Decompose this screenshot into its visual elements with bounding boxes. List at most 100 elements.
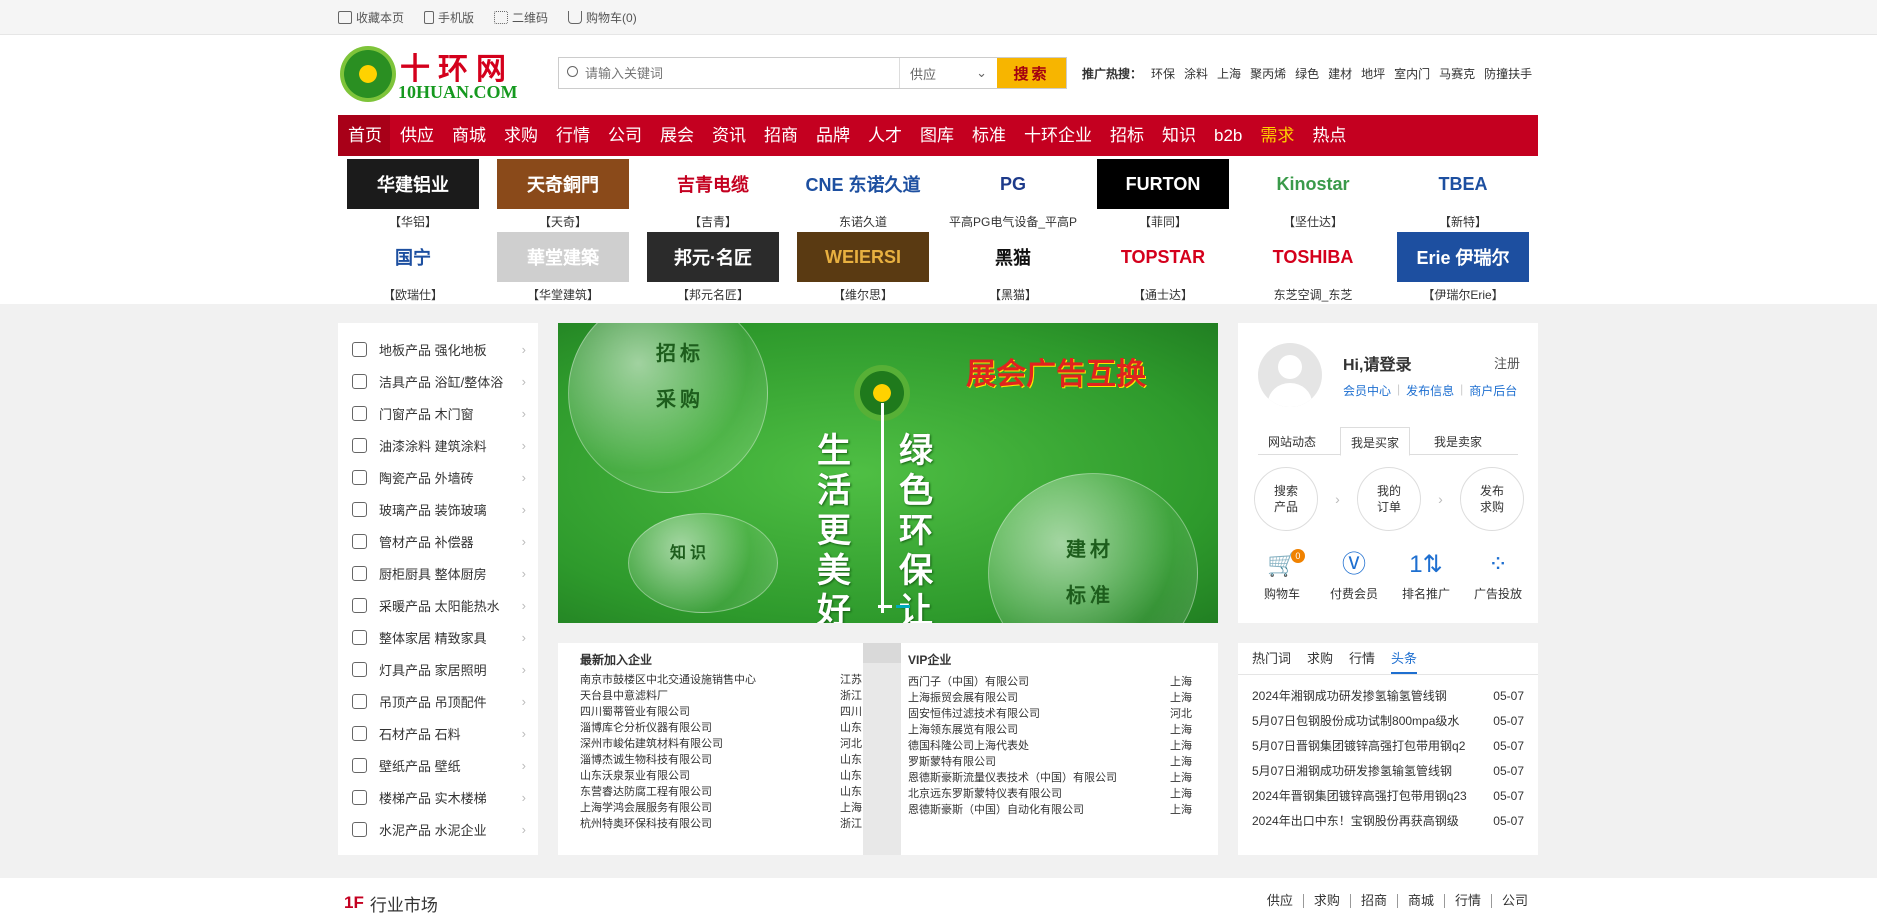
list-item[interactable]: 固安恒伟过滤技术有限公司 河北 — [908, 706, 1192, 722]
category-item[interactable]: 吊顶产品 吊顶配件 › — [338, 685, 538, 717]
news-row[interactable]: 5月07日晋钢集团镀锌高强打包带用钢q2 05-07 — [1252, 734, 1524, 759]
brand-item[interactable]: 国宁 【欧瑞仕】 — [338, 232, 488, 305]
qrcode-link[interactable]: 二维码 — [494, 9, 548, 26]
news-title[interactable]: 5月07日晋钢集团镀锌高强打包带用钢q2 — [1252, 734, 1474, 759]
nav-item[interactable]: 图库 — [910, 115, 962, 156]
brand-item[interactable]: TBEA 【新特】 — [1388, 159, 1538, 232]
category-item[interactable]: 管材产品 补偿器 › — [338, 525, 538, 557]
brand-item[interactable]: Kinostar 【坚仕达】 — [1238, 159, 1388, 232]
nav-item[interactable]: 招标 — [1100, 115, 1152, 156]
hot-word[interactable]: 地坪 — [1361, 65, 1385, 82]
hot-word[interactable]: 涂料 — [1184, 65, 1208, 82]
company-name[interactable]: 北京远东罗斯蒙特仪表有限公司 — [908, 786, 1062, 802]
hot-word[interactable]: 聚丙烯 — [1250, 65, 1286, 82]
list-item[interactable]: 杭州特奥环保科技有限公司 浙江 — [580, 816, 862, 832]
hot-word[interactable]: 马赛克 — [1439, 65, 1475, 82]
category-item[interactable]: 采暖产品 太阳能热水 › — [338, 589, 538, 621]
company-name[interactable]: 杭州特奥环保科技有限公司 — [580, 816, 712, 832]
brand-item[interactable]: Erie 伊瑞尔 【伊瑞尔Erie】 — [1388, 232, 1538, 305]
company-name[interactable]: 淄博库仑分析仪器有限公司 — [580, 720, 712, 736]
nav-item[interactable]: 资讯 — [702, 115, 754, 156]
news-row[interactable]: 2024年出口中东！宝钢股份再获高钢级 05-07 — [1252, 809, 1524, 834]
nav-item[interactable]: 公司 — [598, 115, 650, 156]
nav-item[interactable]: b2b — [1204, 115, 1250, 156]
search-type-select[interactable]: 供应 ⌄ — [899, 58, 997, 88]
nav-item[interactable]: 品牌 — [806, 115, 858, 156]
merchant-backend-link[interactable]: 商户后台 — [1469, 382, 1517, 399]
floor-link[interactable]: 供应 — [1257, 894, 1303, 908]
nav-item[interactable]: 招商 — [754, 115, 806, 156]
category-item[interactable]: 油漆涂料 建筑涂料 › — [338, 429, 538, 461]
floor-link[interactable]: 行情 — [1443, 894, 1491, 908]
search-button[interactable]: 搜索 — [997, 58, 1066, 88]
site-logo[interactable]: 十环网 10HUAN.COM — [338, 44, 523, 104]
bookmark-link[interactable]: 收藏本页 — [338, 9, 404, 26]
brand-item[interactable]: PG 平高PG电气设备_平高P — [938, 159, 1088, 232]
list-item[interactable]: 山东沃泉泵业有限公司 山东 — [580, 768, 862, 784]
hot-word[interactable]: 室内门 — [1394, 65, 1430, 82]
list-item[interactable]: 上海学鸿会展服务有限公司 上海 — [580, 800, 862, 816]
list-item[interactable]: 深州市峻佑建筑材料有限公司 河北 — [580, 736, 862, 752]
list-item[interactable]: 北京远东罗斯蒙特仪表有限公司 上海 — [908, 786, 1192, 802]
list-item[interactable]: 东营睿达防腐工程有限公司 山东 — [580, 784, 862, 800]
company-name[interactable]: 四川蜀蒂管业有限公司 — [580, 704, 690, 720]
floor-link[interactable]: 公司 — [1490, 894, 1538, 908]
brand-item[interactable]: TOSHIBA 东芝空调_东芝 — [1238, 232, 1388, 305]
category-item[interactable]: 灯具产品 家居照明 › — [338, 653, 538, 685]
category-item[interactable]: 楼梯产品 实木楼梯 › — [338, 781, 538, 813]
category-item[interactable]: 陶瓷产品 外墙砖 › — [338, 461, 538, 493]
list-item[interactable]: 淄博库仑分析仪器有限公司 山东 — [580, 720, 862, 736]
company-name[interactable]: 山东沃泉泵业有限公司 — [580, 768, 690, 784]
floor-link[interactable]: 招商 — [1349, 894, 1397, 908]
company-name[interactable]: 恩德斯豪斯流量仪表技术（中国）有限公司 — [908, 770, 1117, 786]
nav-item[interactable]: 展会 — [650, 115, 702, 156]
nav-item[interactable]: 热点 — [1302, 115, 1354, 156]
company-name[interactable]: 罗斯蒙特有限公司 — [908, 754, 996, 770]
brand-item[interactable]: 黑猫 【黑猫】 — [938, 232, 1088, 305]
news-title[interactable]: 2024年晋钢集团镀锌高强打包带用钢q23 — [1252, 784, 1474, 809]
nav-item[interactable]: 供应 — [390, 115, 442, 156]
category-item[interactable]: 厨柜厨具 整体厨房 › — [338, 557, 538, 589]
rank-action[interactable]: 1⇅ 排名推广 — [1392, 549, 1460, 602]
banner-dot[interactable] — [878, 605, 892, 608]
search-input[interactable] — [559, 58, 899, 88]
nav-item[interactable]: 人才 — [858, 115, 910, 156]
brand-item[interactable]: WEIERSI 【维尔思】 — [788, 232, 938, 305]
news-row[interactable]: 5月07日湘钢成功研发掺氢输氢管线钢 05-07 — [1252, 759, 1524, 784]
nav-item[interactable]: 十环企业 — [1014, 115, 1100, 156]
list-item[interactable]: 恩德斯豪斯（中国）自动化有限公司 上海 — [908, 802, 1192, 818]
hot-word[interactable]: 上海 — [1217, 65, 1241, 82]
category-item[interactable]: 整体家居 精致家具 › — [338, 621, 538, 653]
list-item[interactable]: 天台县中意滤料厂 浙江 — [580, 688, 862, 704]
nav-item[interactable]: 首页 — [338, 115, 390, 156]
post-request-button[interactable]: 发布 求购 — [1459, 467, 1524, 531]
company-name[interactable]: 恩德斯豪斯（中国）自动化有限公司 — [908, 802, 1084, 818]
news-title[interactable]: 2024年出口中东！宝钢股份再获高钢级 — [1252, 809, 1474, 834]
hot-word[interactable]: 建材 — [1328, 65, 1352, 82]
company-name[interactable]: 上海领东展览有限公司 — [908, 722, 1018, 738]
news-row[interactable]: 2024年湘钢成功研发掺氢输氢管线钢 05-07 — [1252, 684, 1524, 709]
company-name[interactable]: 固安恒伟过滤技术有限公司 — [908, 706, 1040, 722]
hot-word[interactable]: 防撞扶手 — [1484, 65, 1532, 82]
company-name[interactable]: 天台县中意滤料厂 — [580, 688, 668, 704]
brand-item[interactable]: 邦元·名匠 【邦元名匠】 — [638, 232, 788, 305]
banner-pagination[interactable] — [878, 605, 910, 608]
banner-dot[interactable] — [896, 605, 910, 608]
search-products-button[interactable]: 搜索 产品 — [1254, 467, 1318, 531]
brand-item[interactable]: 华建铝业 【华铝】 — [338, 159, 488, 232]
nav-item[interactable]: 行情 — [546, 115, 598, 156]
company-name[interactable]: 南京市鼓楼区中北交通设施销售中心 — [580, 672, 756, 688]
brand-item[interactable]: TOPSTAR 【通士达】 — [1088, 232, 1238, 305]
my-orders-button[interactable]: 我的 订单 — [1356, 467, 1421, 531]
brand-item[interactable]: 吉青电缆 【吉青】 — [638, 159, 788, 232]
list-item[interactable]: 德国科隆公司上海代表处 上海 — [908, 738, 1192, 754]
list-item[interactable]: 上海振贸会展有限公司 上海 — [908, 690, 1192, 706]
list-item[interactable]: 西门子（中国）有限公司 上海 — [908, 674, 1192, 690]
category-item[interactable]: 水泥产品 水泥企业 › — [338, 813, 538, 845]
login-prompt[interactable]: Hi,请登录 — [1343, 351, 1411, 375]
member-center-link[interactable]: 会员中心 — [1343, 382, 1391, 399]
list-item[interactable]: 南京市鼓楼区中北交通设施销售中心 江苏 — [580, 672, 862, 688]
nav-item[interactable]: 商城 — [442, 115, 494, 156]
hot-word[interactable]: 环保 — [1151, 65, 1175, 82]
tab-hot-words[interactable]: 热门词 — [1252, 643, 1291, 674]
